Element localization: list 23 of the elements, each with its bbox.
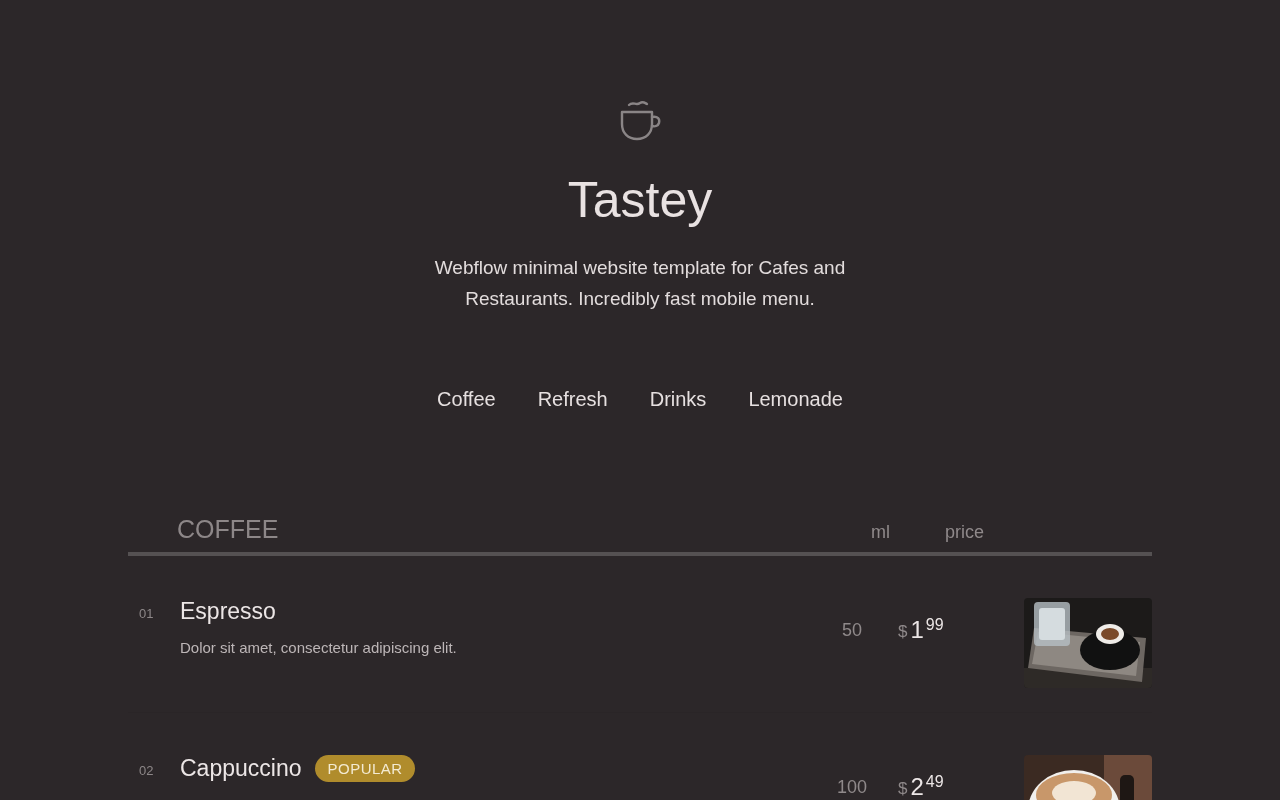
item-description: Dolor sit amet, consectetur adipiscing elit. [180,639,458,656]
price-whole: 1 [910,616,924,644]
site-tagline: Webflow minimal website template for Cafes and Restaurants. Incredibly fast mobile menu. [433,256,847,311]
currency-sign: $ [898,622,908,642]
menu-tab[interactable]: Drinks [649,388,707,411]
column-heading: ml [871,522,891,543]
price-whole: 2 [910,773,924,800]
price-cents: 99 [925,616,944,634]
menu-tab[interactable]: Refresh [537,388,608,411]
column-heading: price [945,522,984,543]
item-number: 01 [138,606,155,621]
menu-tab[interactable]: Lemonade [748,388,843,411]
section-heading: COFFEE [177,515,280,544]
popular-badge: POPULAR [315,755,415,782]
site-title: Tastey [567,171,713,230]
currency-sign: $ [898,779,908,799]
item-volume: 50 [841,620,863,641]
price-cents: 49 [925,773,944,791]
item-volume: 100 [835,777,868,798]
item-number: 02 [138,763,155,778]
item-name: Cappuccino [180,755,302,782]
item-name: Espresso [180,598,276,625]
menu-tab[interactable]: Coffee [437,388,496,411]
